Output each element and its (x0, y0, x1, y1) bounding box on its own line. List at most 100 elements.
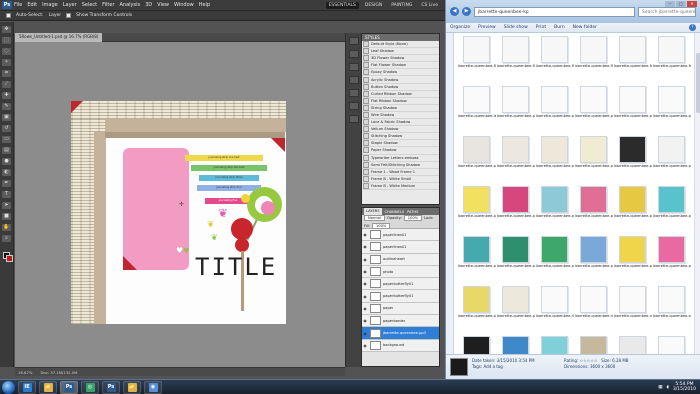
layer-row[interactable]: ◉ background (362, 339, 439, 352)
style-item[interactable]: Leaf Shadow (362, 48, 439, 56)
style-item[interactable]: Wire Shadow (362, 111, 439, 120)
workspace-essentials[interactable]: ESSENTIALS (325, 1, 359, 9)
file-item[interactable]: jbarrette-queenbee-pp5.jpg (613, 136, 652, 183)
zoom-tool-icon[interactable]: ⌕ (2, 235, 11, 242)
history-brush-icon[interactable]: ↺ (2, 125, 11, 132)
visibility-eye-icon[interactable]: ◉ (362, 306, 368, 311)
visibility-eye-icon[interactable]: ◉ (362, 232, 368, 237)
file-item[interactable]: jbarrette-queenbee-pp4.jpg (574, 136, 613, 183)
file-item[interactable]: jbarrette-queenbee-ricrac.png (613, 286, 652, 333)
menu-select[interactable]: Select (82, 2, 97, 8)
eraser-tool-icon[interactable]: ▭ (2, 136, 11, 143)
marquee-tool-icon[interactable]: ⬚ (2, 37, 11, 44)
style-item[interactable]: Default Style (None) (362, 41, 439, 49)
menu-view[interactable]: View (157, 2, 169, 8)
swatches-panel-icon[interactable] (348, 76, 359, 84)
background-color-swatch[interactable] (6, 255, 13, 262)
brush-tool-icon[interactable]: ✎ (2, 103, 11, 110)
file-item[interactable]: jbarrette-queenbee-pantymess2.png (535, 86, 574, 133)
file-item[interactable]: jbarrette-queenbee-pp8.jpg (496, 186, 535, 233)
heal-tool-icon[interactable]: ✚ (2, 92, 11, 99)
file-item[interactable]: jbarrette-queenbee-pp16.jpg (574, 236, 613, 283)
tab-layers[interactable]: LAYERS (364, 208, 382, 215)
back-arrow-icon[interactable]: ◀ (450, 7, 459, 16)
taskbar-app-button[interactable]: IE (18, 380, 36, 394)
eyedropper-tool-icon[interactable]: ⟋ (2, 81, 11, 88)
layer-row[interactable]: ◉ paperbutterfly01 (362, 278, 439, 291)
style-item[interactable]: Typewriter Letters emboss (362, 154, 439, 162)
vertical-scrollbar[interactable] (694, 33, 700, 354)
taskbar-app-button[interactable]: 📁 (123, 380, 141, 394)
tags-value[interactable]: Add a tag (483, 364, 502, 369)
adjustments-panel-icon[interactable] (348, 89, 359, 97)
path-select-icon[interactable]: ➤ (2, 202, 11, 209)
style-item[interactable]: Lace & Fabric Shadow (362, 119, 439, 127)
minimize-button[interactable]: – (665, 1, 675, 7)
stamp-tool-icon[interactable]: ▣ (2, 114, 11, 121)
file-item[interactable]: jbarrette-queenbee-sp1.jpg (457, 336, 496, 354)
file-item[interactable]: jbarrette-queenbee-ribbon1.png (535, 286, 574, 333)
file-item[interactable]: jbarrette-queenbee-sp5.jpg (613, 336, 652, 354)
layer-row[interactable]: ◉ outlineheart (362, 253, 439, 266)
new-folder-button[interactable]: New folder (573, 25, 597, 30)
slide-show-button[interactable]: Slide show (504, 25, 528, 30)
file-item[interactable]: jbarrette-queenbee-pp12.jpg (652, 186, 691, 233)
visibility-eye-icon[interactable]: ◉ (362, 281, 368, 286)
file-item[interactable]: jbarrette-queenbee-pp19.jpg (457, 286, 496, 333)
style-item[interactable]: Flat Flower Shadow (362, 62, 439, 70)
hand-tool-icon[interactable]: ✋ (2, 224, 11, 231)
file-item[interactable]: jbarrette-queenbee-pin1.png (652, 86, 691, 133)
menu-filter[interactable]: Filter (102, 2, 114, 8)
style-item[interactable]: Button Shadow (362, 83, 439, 91)
file-item[interactable]: jbarrette-queenbee-flower02 (496, 36, 535, 83)
scrapbook-canvas[interactable]: journaling strip one text journaling str… (71, 101, 286, 324)
visibility-eye-icon[interactable]: ◉ (362, 257, 368, 262)
style-item[interactable]: Stitching Shadow (362, 133, 439, 141)
file-item[interactable]: jbarrette-queenbee-pp6.jpg (652, 136, 691, 183)
file-item[interactable]: jbarrette-queenbee-frame2.png (652, 36, 691, 83)
file-item[interactable]: jbarrette-queenbee-pp20.jpg (496, 286, 535, 333)
network-icon[interactable]: ▦ (658, 385, 662, 390)
start-button[interactable] (2, 380, 15, 394)
taskbar-app-button[interactable]: ◉ (144, 380, 162, 394)
layer-row[interactable]: ◉ paperborder (362, 315, 439, 328)
layer-row[interactable]: ◉ paperlines01 (362, 229, 439, 242)
workspace-painting[interactable]: PAINTING (388, 2, 415, 9)
file-item[interactable]: jbarrette-queenbee-sp3.jpg (535, 336, 574, 354)
shape-tool-icon[interactable]: ■ (2, 213, 11, 220)
history-panel-icon[interactable] (348, 37, 359, 45)
file-item[interactable]: jbarrette-queenbee-sp4.jpg (574, 336, 613, 354)
menu-layer[interactable]: Layer (63, 2, 77, 8)
file-item[interactable]: jbarrette-queenbee-ribbon2.png (574, 286, 613, 333)
file-item[interactable]: jbarrette-queenbee-pp13.jpg (457, 236, 496, 283)
tab-paths[interactable]: PATHS (407, 210, 418, 214)
scrollbar-thumb[interactable] (696, 53, 700, 113)
file-item[interactable]: jbarrette-queenbee-pp9.jpg (535, 186, 574, 233)
file-item[interactable]: jbarrette-queenbee-pp3.jpg (535, 136, 574, 183)
menu-help[interactable]: Help (199, 2, 210, 8)
file-item[interactable]: jbarrette-queenbee-sp2.jpg (496, 336, 535, 354)
menu-window[interactable]: Window (174, 2, 194, 8)
taskbar-app-button[interactable]: Ps (102, 380, 120, 394)
style-item[interactable]: Semi Felt/Stitching Shadow (362, 161, 439, 169)
visibility-eye-icon[interactable]: ◉ (362, 269, 368, 274)
zoom-level[interactable]: 16.67% (18, 370, 32, 375)
file-item[interactable]: jbarrette-queenbee-pp1.jpg (457, 136, 496, 183)
visibility-eye-icon[interactable]: ◉ (362, 318, 368, 323)
file-item[interactable]: jbarrette-queenbee-pantymess3.png (574, 86, 613, 133)
file-item[interactable]: jbarrette-queenbee-peacockfeather1.png (613, 86, 652, 133)
taskbar-app-button[interactable]: ◎ (81, 380, 99, 394)
style-item[interactable]: Vellum Shadow (362, 126, 439, 134)
rating-stars[interactable]: ☆☆☆☆☆ (580, 358, 598, 363)
address-bar[interactable]: jbarrette-queenbee-kp (474, 6, 635, 17)
show-transform-checkbox[interactable] (66, 13, 72, 18)
burn-button[interactable]: Burn (554, 25, 565, 30)
file-item[interactable]: jbarrette-queenbee-flower03.png (535, 36, 574, 83)
move-tool-icon[interactable]: ✥ (2, 26, 11, 33)
file-item[interactable]: jbarrette-queenbee-frame1.png (613, 36, 652, 83)
menu-edit[interactable]: Edit (27, 2, 37, 8)
file-item[interactable]: jbarrette-queenbee-pp15.jpg (535, 236, 574, 283)
file-item[interactable]: jbarrette-queenbee-flower04 (574, 36, 613, 83)
workspace-design[interactable]: DESIGN (362, 2, 385, 9)
tab-channels[interactable]: CHANNELS (385, 210, 405, 214)
